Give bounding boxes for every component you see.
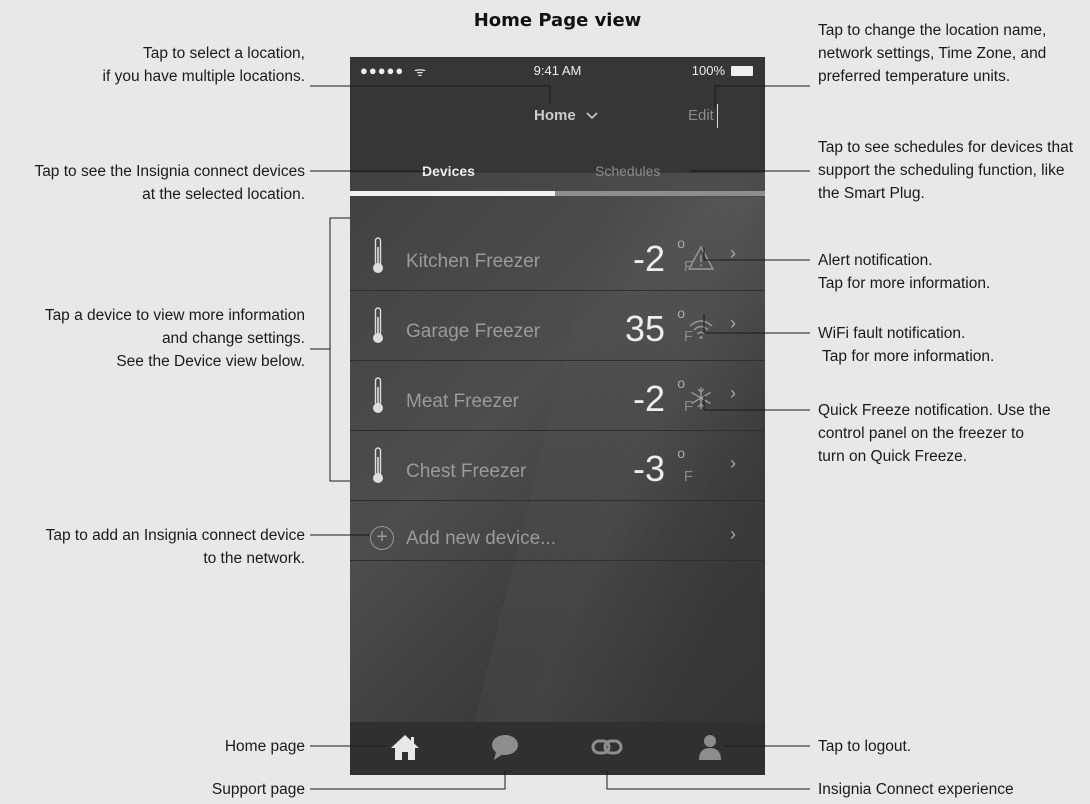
callout-logout: Tap to logout. <box>818 738 912 755</box>
callout-schedules: Tap to see schedules for devices that su… <box>818 139 1074 202</box>
battery-icon <box>731 66 753 76</box>
add-device-row[interactable]: + Add new device... › <box>350 500 765 561</box>
callout-see-devices: Tap to see the Insignia connect devices … <box>34 163 305 203</box>
edit-button[interactable]: Edit <box>688 107 714 124</box>
callout-add-device: Tap to add an Insignia connect device to… <box>45 527 305 567</box>
device-row-chest-freezer[interactable]: Chest Freezer -3 o F › <box>350 430 765 501</box>
support-chat-icon[interactable] <box>488 732 522 762</box>
callout-support-page: Support page <box>211 781 305 798</box>
tab-devices[interactable]: Devices <box>422 163 475 179</box>
device-temperature: -2 <box>632 238 665 279</box>
wifi-fault-icon[interactable] <box>687 315 715 341</box>
thermometer-icon <box>373 237 383 273</box>
callout-select-location: Tap to select a location, if you have mu… <box>102 45 305 85</box>
alert-triangle-icon[interactable] <box>687 245 715 271</box>
battery-percent: 100% <box>691 63 725 78</box>
text-cursor <box>717 104 718 128</box>
snowflake-icon[interactable] <box>687 385 715 411</box>
callout-quick-freeze: Quick Freeze notification. Use the contr… <box>818 402 1051 465</box>
thermometer-icon <box>373 377 383 413</box>
chevron-down-icon <box>586 112 598 120</box>
degree-symbol: o <box>677 375 685 391</box>
tab-schedules[interactable]: Schedules <box>595 163 660 179</box>
chevron-right-icon: › <box>730 243 736 263</box>
device-name: Kitchen Freezer <box>406 251 541 272</box>
device-row-kitchen-freezer[interactable]: Kitchen Freezer -2 o F › <box>350 220 765 291</box>
device-temperature: -3 <box>632 448 665 489</box>
link-icon[interactable] <box>590 732 624 762</box>
device-name: Meat Freezer <box>406 391 519 412</box>
location-name: Home <box>534 107 576 124</box>
chevron-right-icon: › <box>730 453 736 473</box>
device-row-meat-freezer[interactable]: Meat Freezer -2 o F › <box>350 360 765 431</box>
degree-symbol: o <box>677 235 685 251</box>
plus-circle-icon: + <box>370 526 394 550</box>
device-name: Chest Freezer <box>406 461 527 482</box>
callout-alert: Alert notification. Tap for more informa… <box>818 252 991 292</box>
degree-symbol: o <box>677 305 685 321</box>
callout-connect-experience: Insignia Connect experience <box>818 781 1014 798</box>
tab-schedules-underline <box>555 191 765 196</box>
app-header: ●●●●● ᯤ 9:41 AM 100% Home Edit <box>350 57 765 173</box>
temperature-unit: F <box>683 468 693 485</box>
tab-devices-underline <box>350 191 555 196</box>
device-row-garage-freezer[interactable]: Garage Freezer 35 o F › <box>350 290 765 361</box>
chevron-right-icon: › <box>730 524 736 544</box>
callout-home-page: Home page <box>224 738 305 755</box>
chevron-right-icon: › <box>730 313 736 333</box>
device-name: Garage Freezer <box>406 321 541 342</box>
thermometer-icon <box>373 447 383 483</box>
home-icon[interactable] <box>388 732 422 762</box>
status-bar: ●●●●● ᯤ 9:41 AM 100% <box>360 63 755 81</box>
callout-change-location: Tap to change the location name, network… <box>818 22 1047 85</box>
device-temperature: -2 <box>632 378 665 419</box>
callout-device-view: Tap a device to view more information an… <box>44 307 305 370</box>
phone-screen: ●●●●● ᯤ 9:41 AM 100% Home Edit Devices S… <box>350 57 765 775</box>
callout-wifi-fault: WiFi fault notification. Tap for more in… <box>818 325 995 365</box>
user-icon[interactable] <box>693 732 727 762</box>
bottom-nav <box>350 722 765 775</box>
thermometer-icon <box>373 307 383 343</box>
degree-symbol: o <box>677 445 685 461</box>
page-title: Home Page view <box>473 10 642 31</box>
location-selector[interactable]: Home <box>534 107 598 124</box>
add-device-label: Add new device... <box>406 528 556 549</box>
chevron-right-icon: › <box>730 383 736 403</box>
device-temperature: 35 <box>624 308 665 349</box>
